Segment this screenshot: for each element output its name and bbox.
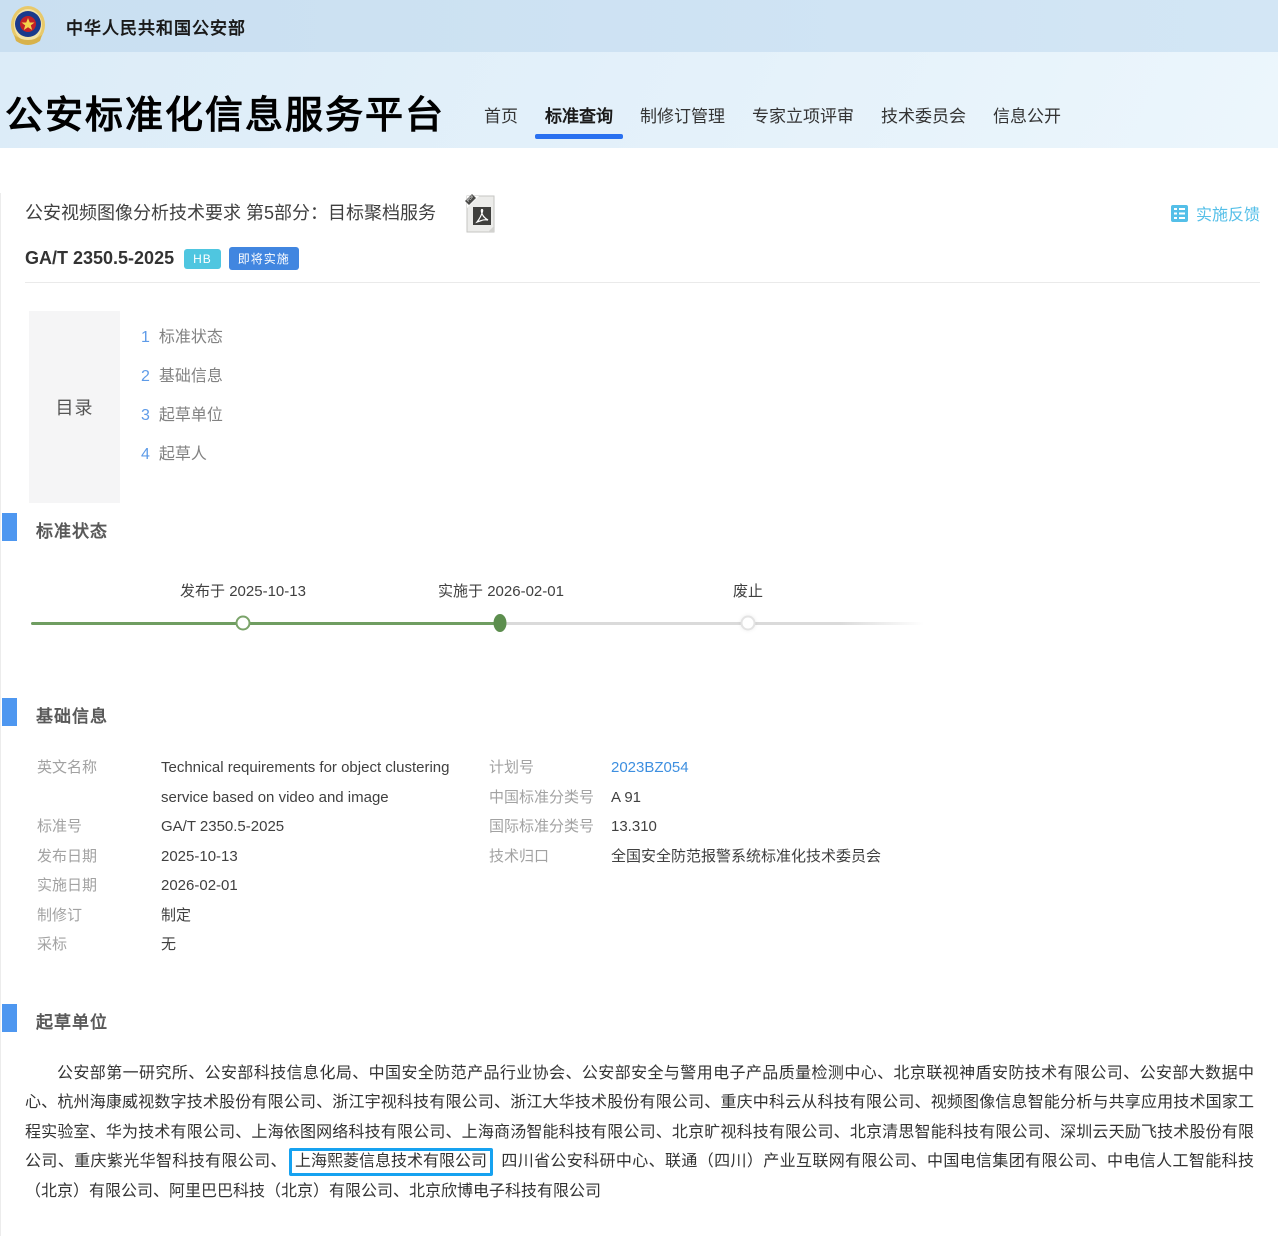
info-label: 中国标准分类号: [489, 783, 611, 813]
info-value: 2025-10-13: [161, 842, 477, 872]
section-bar-icon: [2, 1004, 17, 1032]
table-of-contents: 目录 1 标准状态 2 基础信息 3 起草单位 4 起草人: [29, 311, 1278, 503]
info-label: 采标: [37, 930, 161, 960]
toc-title: 目录: [56, 394, 94, 420]
toc-item-drafting-units[interactable]: 3 起草单位: [141, 405, 223, 427]
toc-item-basic-info[interactable]: 2 基础信息: [141, 366, 223, 388]
plan-number-link[interactable]: 2023BZ054: [611, 753, 689, 783]
section-title: 基础信息: [36, 707, 108, 726]
info-row-implement-date: 实施日期 2026-02-01: [37, 871, 1278, 901]
platform-title: 公安标准化信息服务平台: [5, 84, 445, 139]
info-value: A 91: [611, 783, 641, 813]
toc-item-label: 起草人: [159, 444, 207, 466]
toc-box: 目录: [29, 311, 120, 503]
implementation-feedback-link[interactable]: 实施反馈: [1170, 201, 1260, 225]
timeline-label-abolished: 废止: [733, 580, 763, 601]
document-header-row: 公安视频图像分析技术要求 第5部分：目标聚档服务 PDF 实施反馈: [25, 193, 1260, 235]
info-label: 计划号: [489, 753, 611, 783]
section-bar-icon: [2, 698, 17, 726]
toc-item-number: 4: [141, 444, 150, 466]
info-label: 英文名称: [37, 753, 161, 812]
info-value: 13.310: [611, 812, 657, 842]
toc-item-label: 标准状态: [159, 327, 223, 349]
section-header-status: 标准状态: [1, 517, 1278, 542]
nav-item-home[interactable]: 首页: [484, 96, 518, 148]
header-band: 公安标准化信息服务平台 首页 标准查询 制修订管理 专家立项评审 技术委员会 信…: [0, 52, 1278, 148]
pdf-file-icon[interactable]: PDF: [462, 193, 500, 235]
toc-item-number: 1: [141, 327, 150, 349]
timeline-dot-published: [236, 616, 251, 631]
section-bar-icon: [2, 513, 17, 541]
toc-item-status[interactable]: 1 标准状态: [141, 327, 223, 349]
timeline-dot-implemented: [494, 614, 507, 632]
info-label: 标准号: [37, 812, 161, 842]
info-value: GA/T 2350.5-2025: [161, 812, 477, 842]
info-row-adoption: 采标 无: [37, 930, 1278, 960]
timeline-label-published: 发布于 2025-10-13: [180, 580, 306, 601]
toc-item-number: 3: [141, 405, 150, 427]
status-badge: 即将实施: [229, 247, 299, 270]
document-code-row: GA/T 2350.5-2025 HB 即将实施: [25, 247, 1254, 270]
info-label: 制修订: [37, 901, 161, 931]
info-row-revision-type: 制修订 制定: [37, 901, 1278, 931]
info-value: Technical requirements for object cluste…: [161, 753, 477, 812]
section-title: 标准状态: [36, 522, 108, 541]
info-row-technical-committee: 技术归口 全国安全防范报警系统标准化技术委员会: [489, 842, 881, 872]
police-emblem-logo: [8, 5, 48, 47]
toc-item-label: 起草单位: [159, 405, 223, 427]
ministry-name: 中华人民共和国公安部: [66, 14, 246, 39]
info-label: 技术归口: [489, 842, 611, 872]
drafting-units-paragraph: 公安部第一研究所、公安部科技信息化局、中国安全防范产品行业协会、公安部安全与警用…: [25, 1059, 1254, 1207]
info-label: 国际标准分类号: [489, 812, 611, 842]
main-content: 公安视频图像分析技术要求 第5部分：目标聚档服务 PDF 实施反馈 GA/T: [0, 193, 1278, 1236]
info-row-ics: 国际标准分类号 13.310: [489, 812, 881, 842]
feedback-label: 实施反馈: [1196, 201, 1260, 225]
feedback-list-icon: [1170, 204, 1189, 223]
nav-item-info-disclosure[interactable]: 信息公开: [993, 96, 1061, 148]
info-value: 全国安全防范报警系统标准化技术委员会: [611, 842, 881, 872]
document-title: 公安视频图像分析技术要求 第5部分：目标聚档服务: [25, 193, 436, 233]
toc-list: 1 标准状态 2 基础信息 3 起草单位 4 起草人: [141, 327, 223, 483]
info-row-ccs: 中国标准分类号 A 91: [489, 783, 881, 813]
standard-code: GA/T 2350.5-2025: [25, 248, 174, 269]
basic-info-right-column: 计划号 2023BZ054 中国标准分类号 A 91 国际标准分类号 13.31…: [489, 753, 881, 871]
toc-item-number: 2: [141, 366, 150, 388]
timeline-segment-future: [500, 622, 924, 625]
section-header-drafting-units: 起草单位: [1, 1008, 1278, 1033]
timeline-label-implemented: 实施于 2026-02-01: [438, 580, 564, 601]
info-value: 2026-02-01: [161, 871, 477, 901]
header-divider: [25, 282, 1260, 283]
basic-info-grid: 英文名称 Technical requirements for object c…: [37, 753, 1278, 960]
main-nav: 首页 标准查询 制修订管理 专家立项评审 技术委员会 信息公开: [484, 96, 1061, 148]
hb-badge: HB: [184, 249, 221, 269]
timeline-dot-abolished: [741, 616, 756, 631]
nav-item-standard-search[interactable]: 标准查询: [545, 96, 613, 148]
nav-item-technical-committee[interactable]: 技术委员会: [881, 96, 966, 148]
info-value: 制定: [161, 901, 477, 931]
info-value: 无: [161, 930, 477, 960]
info-row-plan-number: 计划号 2023BZ054: [489, 753, 881, 783]
timeline-segment-done: [31, 622, 500, 625]
section-title: 起草单位: [36, 1013, 108, 1032]
top-bar: 中华人民共和国公安部: [0, 0, 1278, 52]
status-timeline: 发布于 2025-10-13 实施于 2026-02-01 废止: [1, 566, 1278, 662]
highlighted-company: 上海熙菱信息技术有限公司: [289, 1148, 493, 1176]
toc-item-label: 基础信息: [159, 366, 223, 388]
info-label: 发布日期: [37, 842, 161, 872]
info-label: 实施日期: [37, 871, 161, 901]
toc-item-drafters[interactable]: 4 起草人: [141, 444, 223, 466]
section-header-basic-info: 基础信息: [1, 702, 1278, 727]
nav-item-revision-management[interactable]: 制修订管理: [640, 96, 725, 148]
nav-item-expert-review[interactable]: 专家立项评审: [752, 96, 854, 148]
